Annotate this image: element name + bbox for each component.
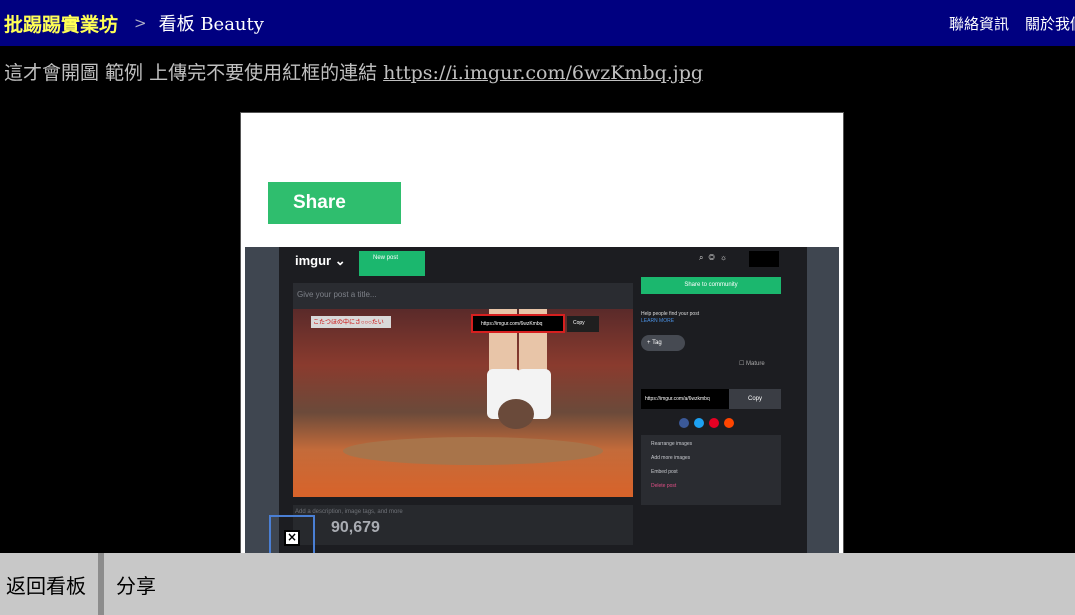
mature-checkbox: ☐ Mature bbox=[739, 361, 765, 367]
person-head bbox=[498, 399, 534, 429]
link-field: https://imgur.com/a/6wzkmbq bbox=[641, 389, 729, 409]
image-share-button: Share bbox=[268, 182, 401, 224]
imgur-link[interactable]: https://i.imgur.com/6wzKmbq.jpg bbox=[383, 62, 703, 84]
tag-button: + Tag bbox=[641, 335, 685, 351]
rearrange-option: Rearrange images bbox=[651, 441, 693, 447]
embedded-image[interactable]: Share imgur ⌄ New post ⌕◎☼ Give your pos… bbox=[240, 112, 844, 554]
header-links: 聯絡資訊 關於我們 bbox=[949, 0, 1075, 46]
back-to-board-button[interactable]: 返回看板 bbox=[0, 570, 98, 599]
about-us-link[interactable]: 關於我們 bbox=[1025, 13, 1075, 34]
help-text: Help people find your post bbox=[641, 311, 700, 317]
embed-option: Embed post bbox=[651, 469, 678, 475]
add-images-option: Add more images bbox=[651, 455, 691, 461]
view-count: 90,679 bbox=[331, 519, 380, 536]
link-copy-button: Copy bbox=[729, 389, 781, 409]
description-area: Add a description, image tags, and more … bbox=[293, 505, 633, 545]
facebook-icon bbox=[679, 418, 689, 428]
reddit-icon bbox=[724, 418, 734, 428]
top-bar: 批踢踢實業坊 > 看板 Beauty 聯絡資訊 關於我們 bbox=[0, 0, 1075, 46]
share-to-community-button: Share to community bbox=[641, 277, 781, 294]
post-options: Rearrange images Add more images Embed p… bbox=[641, 435, 781, 505]
board-link[interactable]: 看板 Beauty bbox=[159, 10, 264, 36]
pinterest-icon bbox=[709, 418, 719, 428]
site-name-link[interactable]: 批踢踢實業坊 bbox=[0, 10, 118, 37]
avatar bbox=[749, 251, 779, 267]
close-icon[interactable]: × bbox=[284, 530, 300, 546]
copy-popup: Copy bbox=[567, 316, 599, 332]
close-button-frame[interactable]: × bbox=[269, 515, 315, 555]
social-icons bbox=[679, 418, 734, 428]
bottom-bar: 返回看板 分享 bbox=[0, 553, 1075, 615]
share-button[interactable]: 分享 bbox=[104, 570, 156, 599]
delete-option: Delete post bbox=[651, 483, 677, 489]
kotatsu-photo: こたつほの中にさ○○○たい https://imgur.com/6wzKmbq … bbox=[293, 309, 633, 497]
post-text: 這才會開圖 範例 上傳完不要使用紅框的連結 bbox=[4, 62, 378, 84]
imgur-screenshot: imgur ⌄ New post ⌕◎☼ Give your post a ti… bbox=[245, 247, 839, 553]
learn-more-link: LEARN MORE bbox=[641, 318, 675, 324]
new-post-button: New post bbox=[359, 251, 425, 276]
contact-info-link[interactable]: 聯絡資訊 bbox=[949, 13, 1009, 34]
post-content-line: 這才會開圖 範例 上傳完不要使用紅框的連結 https://i.imgur.com… bbox=[4, 58, 703, 85]
photo-caption: こたつほの中にさ○○○たい bbox=[311, 316, 391, 328]
post-title-input: Give your post a title... bbox=[293, 283, 633, 309]
breadcrumb-separator: > bbox=[134, 14, 147, 32]
twitter-icon bbox=[694, 418, 704, 428]
imgur-page: imgur ⌄ New post ⌕◎☼ Give your post a ti… bbox=[279, 247, 807, 553]
kotatsu-table bbox=[343, 437, 603, 465]
red-boxed-url: https://imgur.com/6wzKmbq bbox=[471, 314, 565, 333]
imgur-sidebar: Share to community Help people find your… bbox=[641, 277, 781, 553]
header-icons: ⌕◎☼ bbox=[699, 253, 733, 262]
imgur-logo: imgur ⌄ bbox=[295, 253, 346, 268]
